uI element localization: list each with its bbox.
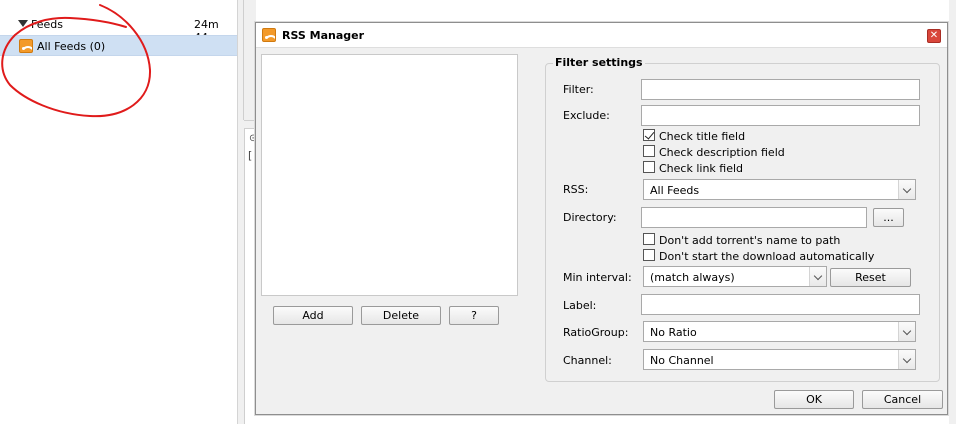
check-link-checkbox[interactable]: [643, 161, 655, 173]
browse-button[interactable]: ...: [873, 208, 904, 227]
channel-select[interactable]: No Channel: [643, 349, 916, 370]
label-input[interactable]: [641, 294, 920, 315]
exclude-input[interactable]: [641, 105, 920, 126]
window-edge: [949, 0, 956, 424]
directory-input[interactable]: [641, 207, 867, 228]
check-title-label: Check title field: [659, 130, 746, 143]
min-interval-value: (match always): [650, 271, 735, 284]
help-button[interactable]: ?: [449, 306, 499, 325]
ratio-group-select[interactable]: No Ratio: [643, 321, 916, 342]
rss-icon: [19, 39, 33, 53]
check-title-checkbox[interactable]: [643, 129, 655, 141]
reset-button[interactable]: Reset: [830, 268, 911, 287]
ratio-group-value: No Ratio: [650, 326, 697, 339]
rss-icon: [262, 28, 276, 42]
divider: [243, 0, 244, 120]
rss-manager-dialog: RSS Manager ✕ Add Delete ? Filter settin…: [255, 22, 948, 415]
exclude-label: Exclude:: [563, 109, 610, 122]
feed-item-label: All Feeds (0): [37, 40, 106, 53]
feeds-panel: Feeds 24m 44s All Feeds (0): [0, 0, 238, 424]
label-label: Label:: [563, 299, 597, 312]
delete-button[interactable]: Delete: [361, 306, 441, 325]
dont-start-checkbox[interactable]: [643, 249, 655, 261]
directory-label: Directory:: [563, 211, 617, 224]
cancel-button[interactable]: Cancel: [862, 390, 943, 409]
channel-value: No Channel: [650, 354, 714, 367]
min-interval-select[interactable]: (match always): [643, 266, 827, 287]
chevron-down-icon[interactable]: [898, 350, 915, 369]
add-button[interactable]: Add: [273, 306, 353, 325]
close-button[interactable]: ✕: [927, 29, 941, 43]
ratio-group-label: RatioGroup:: [563, 326, 629, 339]
chevron-down-icon[interactable]: [898, 322, 915, 341]
feeds-group-header[interactable]: Feeds 24m 44s: [0, 16, 238, 44]
rss-select[interactable]: All Feeds: [643, 179, 916, 200]
dialog-title: RSS Manager: [282, 29, 365, 42]
filter-settings-title: Filter settings: [553, 56, 645, 69]
details-pane-glyph: [: [248, 149, 253, 162]
filter-label: Filter:: [563, 83, 594, 96]
dialog-titlebar[interactable]: RSS Manager ✕: [256, 23, 947, 48]
feeds-header-label: Feeds: [31, 18, 63, 31]
rss-select-value: All Feeds: [650, 184, 700, 197]
rss-label: RSS:: [563, 183, 589, 196]
collapse-triangle-icon[interactable]: [18, 20, 28, 27]
channel-label: Channel:: [563, 354, 612, 367]
chevron-down-icon[interactable]: [898, 180, 915, 199]
filter-list[interactable]: [261, 54, 518, 296]
filter-input[interactable]: [641, 79, 920, 100]
check-link-label: Check link field: [659, 162, 744, 175]
dont-add-name-checkbox[interactable]: [643, 233, 655, 245]
dont-start-label: Don't start the download automatically: [659, 250, 875, 263]
chevron-down-icon[interactable]: [809, 267, 826, 286]
ok-button[interactable]: OK: [774, 390, 854, 409]
close-icon: ✕: [929, 30, 939, 41]
feed-item-all-feeds[interactable]: All Feeds (0): [0, 35, 237, 56]
dont-add-name-label: Don't add torrent's name to path: [659, 234, 841, 247]
check-description-checkbox[interactable]: [643, 145, 655, 157]
min-interval-label: Min interval:: [563, 271, 632, 284]
check-description-label: Check description field: [659, 146, 785, 159]
